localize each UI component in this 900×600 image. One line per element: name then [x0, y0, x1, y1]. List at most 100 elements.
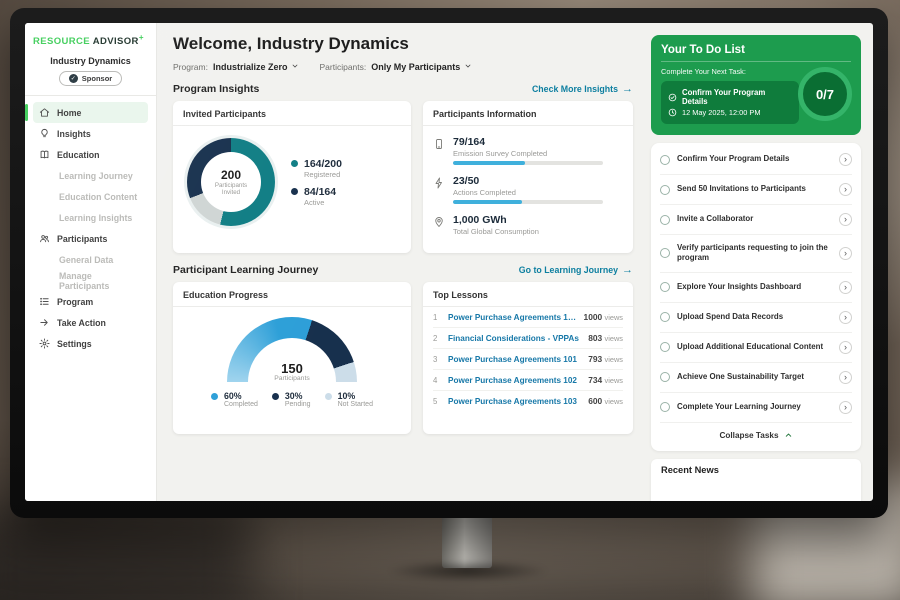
legend-label: Not Started [338, 401, 373, 408]
sidebar-item-take-action[interactable]: Take Action [33, 312, 148, 333]
task-item[interactable]: Complete Your Learning Journey › [660, 393, 852, 423]
info-row-consumption: 1,000 GWh Total Global Consumption [433, 214, 623, 239]
sidebar-item-general-data[interactable]: General Data [33, 249, 148, 270]
sidebar-nav: Home Insights Education Learning Journey… [33, 102, 148, 354]
chevron-right-icon[interactable]: › [839, 183, 852, 196]
task-checkbox[interactable] [660, 342, 670, 352]
task-label: Send 50 Invitations to Participants [677, 184, 832, 194]
task-label: Achieve One Sustainability Target [677, 372, 832, 382]
task-checkbox[interactable] [660, 312, 670, 322]
lightbulb-icon [39, 128, 50, 139]
actions-progress-fill [453, 200, 522, 204]
sidebar-item-learning-journey[interactable]: Learning Journey [33, 165, 148, 186]
lesson-link[interactable]: Power Purchase Agreements 103 [448, 397, 581, 406]
survey-progress-fill [453, 161, 525, 165]
participants-select[interactable]: Only My Participants [371, 62, 472, 72]
chevron-right-icon[interactable]: › [839, 213, 852, 226]
sponsor-badge[interactable]: ✓ Sponsor [59, 71, 122, 86]
chevron-right-icon[interactable]: › [839, 341, 852, 354]
legend-value: 84/164 [304, 186, 336, 198]
task-label: Complete Your Learning Journey [677, 402, 832, 412]
lesson-link[interactable]: Power Purchase Agreements 101 [448, 313, 577, 322]
check-circle-icon [668, 93, 677, 102]
task-checkbox[interactable] [660, 248, 670, 258]
lesson-row: 1 Power Purchase Agreements 101 1000 vie… [433, 307, 623, 328]
views-unit: views [605, 334, 623, 343]
sidebar-item-label: Take Action [57, 318, 106, 328]
gauge-center: 150 Participants [227, 362, 357, 382]
task-item[interactable]: Verify participants requesting to join t… [660, 235, 852, 273]
info-label: Total Global Consumption [453, 227, 539, 236]
task-checkbox[interactable] [660, 185, 670, 195]
donut-value: 200 [221, 168, 241, 182]
sidebar-item-label: Learning Journey [59, 171, 133, 181]
task-checkbox[interactable] [660, 155, 670, 165]
sidebar-item-manage-participants[interactable]: Manage Participants [33, 270, 148, 291]
lesson-link[interactable]: Power Purchase Agreements 102 [448, 376, 581, 385]
chevron-up-icon [784, 431, 793, 440]
sidebar-item-learning-insights[interactable]: Learning Insights [33, 207, 148, 228]
chevron-right-icon[interactable]: › [839, 371, 852, 384]
task-label: Explore Your Insights Dashboard [677, 282, 832, 292]
completed-legend-dot [211, 393, 218, 400]
task-checkbox[interactable] [660, 282, 670, 292]
participants-select-value: Only My Participants [371, 62, 460, 72]
legend-value: 30% [285, 391, 311, 401]
check-more-insights-link[interactable]: Check More Insights → [532, 84, 633, 95]
sidebar-item-program[interactable]: Program [33, 291, 148, 312]
lesson-views: 600 views [588, 396, 623, 406]
gear-icon [39, 338, 50, 349]
logo-text-primary: RESOURCE [33, 36, 90, 47]
registered-legend-dot [291, 160, 298, 167]
chevron-right-icon[interactable]: › [839, 247, 852, 260]
sidebar-item-insights[interactable]: Insights [33, 123, 148, 144]
sidebar-item-label: Learning Insights [59, 213, 132, 223]
info-value: 1,000 GWh [453, 214, 539, 226]
collapse-tasks-button[interactable]: Collapse Tasks [660, 423, 852, 449]
info-value: 79/164 [453, 136, 603, 148]
task-item[interactable]: Upload Additional Educational Content › [660, 333, 852, 363]
sidebar: RESOURCE ADVISOR+ Industry Dynamics ✓ Sp… [25, 23, 157, 501]
collapse-tasks-label: Collapse Tasks [719, 431, 778, 440]
program-filter: Program: Industrialize Zero [173, 62, 299, 72]
education-progress-gauge: 150 Participants [227, 317, 357, 382]
sidebar-item-label: Manage Participants [59, 271, 142, 291]
task-checkbox[interactable] [660, 215, 670, 225]
gauge-legend: 60% Completed 30% Pending [211, 391, 373, 408]
participants-information-card: Participants Information 79/164 Emission… [423, 101, 633, 253]
task-checkbox[interactable] [660, 372, 670, 382]
task-item[interactable]: Upload Spend Data Records › [660, 303, 852, 333]
sidebar-item-education[interactable]: Education [33, 144, 148, 165]
task-item[interactable]: Invite a Collaborator › [660, 205, 852, 235]
sidebar-item-settings[interactable]: Settings [33, 333, 148, 354]
todo-title: Your To Do List [661, 44, 851, 56]
participants-filter: Participants: Only My Participants [319, 62, 472, 72]
chevron-right-icon[interactable]: › [839, 153, 852, 166]
chevron-right-icon[interactable]: › [839, 401, 852, 414]
sidebar-item-education-content[interactable]: Education Content [33, 186, 148, 207]
lesson-rank: 1 [433, 313, 441, 322]
info-row-survey: 79/164 Emission Survey Completed [433, 136, 623, 165]
chevron-right-icon[interactable]: › [839, 281, 852, 294]
task-item[interactable]: Explore Your Insights Dashboard › [660, 273, 852, 303]
filters-row: Program: Industrialize Zero Participants… [173, 62, 633, 72]
sidebar-item-home[interactable]: Home [33, 102, 148, 123]
lesson-link[interactable]: Power Purchase Agreements 101 [448, 355, 581, 364]
go-to-learning-journey-link[interactable]: Go to Learning Journey → [519, 265, 633, 276]
next-task-box[interactable]: Confirm Your Program Details 12 May 2025… [661, 81, 799, 124]
task-checkbox[interactable] [660, 402, 670, 412]
todo-tasks-card: Confirm Your Program Details › Send 50 I… [651, 143, 861, 451]
active-legend-dot [291, 188, 298, 195]
program-select[interactable]: Industrialize Zero [213, 62, 300, 72]
task-item[interactable]: Achieve One Sustainability Target › [660, 363, 852, 393]
task-item[interactable]: Send 50 Invitations to Participants › [660, 175, 852, 205]
views-value: 1000 [584, 312, 603, 322]
sidebar-item-participants[interactable]: Participants [33, 228, 148, 249]
task-item[interactable]: Confirm Your Program Details › [660, 145, 852, 175]
learning-journey-cards: Education Progress 150 Participants [173, 282, 633, 434]
chevron-right-icon[interactable]: › [839, 311, 852, 324]
gauge-label: Participants [227, 375, 357, 382]
task-label: Upload Additional Educational Content [677, 342, 832, 352]
lesson-link[interactable]: Financial Considerations - VPPAs [448, 334, 581, 343]
top-lessons-card: Top Lessons 1 Power Purchase Agreements … [423, 282, 633, 434]
